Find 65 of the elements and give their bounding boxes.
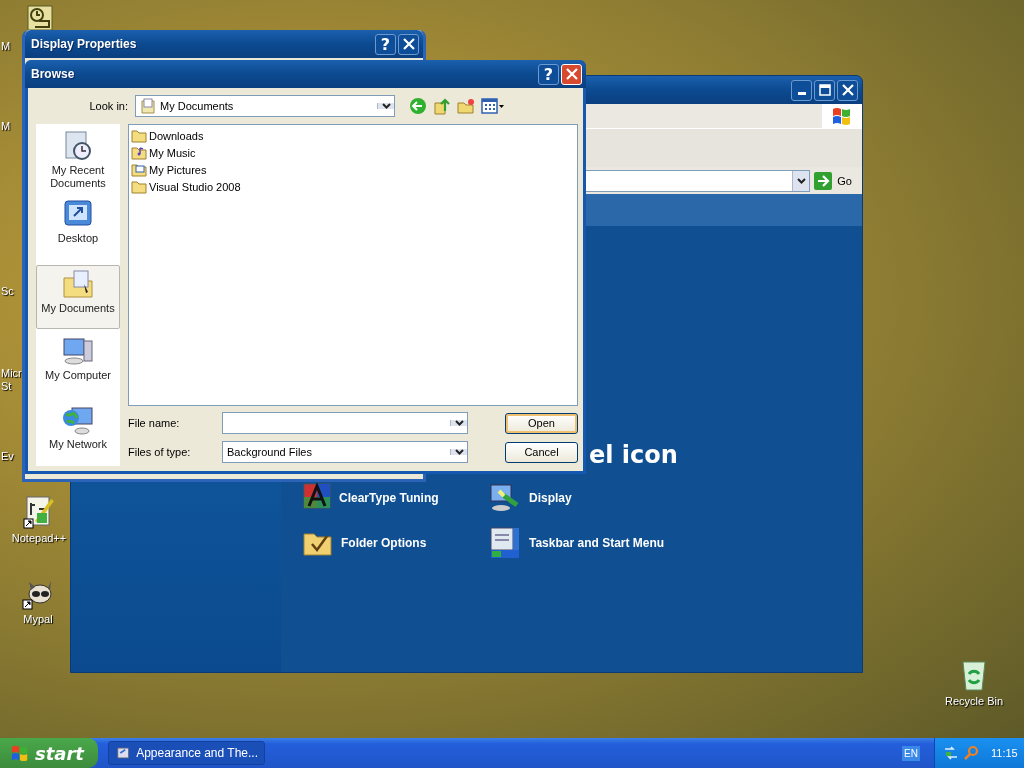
monitor-brush-icon[interactable]	[489, 483, 521, 513]
files-of-type-label: Files of type:	[128, 446, 192, 458]
notepad-icon[interactable]	[23, 495, 55, 529]
places-item[interactable]: My Documents	[36, 264, 120, 330]
help-button[interactable]: ?	[538, 63, 559, 85]
clock: 11:15	[991, 747, 1018, 759]
file-item[interactable]: Visual Studio 2008	[131, 178, 575, 195]
look-in-dropdown[interactable]: My Documents	[135, 95, 395, 117]
network-arrows-icon[interactable]	[943, 745, 959, 761]
documents-icon	[140, 98, 156, 114]
recycle-bin-icon[interactable]	[959, 658, 989, 692]
windows-flag-icon	[10, 744, 30, 762]
control-panel-link[interactable]: Display	[529, 491, 572, 505]
close-button[interactable]	[398, 33, 419, 55]
open-button[interactable]: Open	[505, 412, 578, 434]
up-folder-icon[interactable]	[433, 97, 451, 115]
places-item[interactable]: My Computer	[36, 333, 120, 398]
panel-heading: el icon	[589, 441, 679, 469]
cancel-button[interactable]: Cancel	[505, 441, 578, 463]
view-menu-icon[interactable]	[481, 98, 505, 114]
close-button[interactable]	[837, 79, 858, 101]
look-in-label: Look in:	[88, 100, 129, 112]
taskbar-button[interactable]: Appearance and The...	[108, 741, 265, 765]
help-button[interactable]: ?	[375, 33, 396, 55]
window-title: Display Properties	[31, 37, 137, 51]
places-item[interactable]: My Recent Documents	[36, 128, 120, 193]
language-indicator[interactable]: EN	[902, 745, 920, 761]
control-panel-link[interactable]: Folder Options	[341, 536, 427, 550]
files-of-type-dropdown[interactable]: Background Files	[222, 441, 468, 463]
desktop-icon-label[interactable]: M	[1, 40, 11, 52]
start-button[interactable]: start	[0, 738, 98, 768]
computer-icon	[62, 335, 94, 368]
close-icon	[841, 84, 854, 96]
windows-flag-icon	[831, 106, 853, 126]
maximize-button[interactable]	[814, 79, 835, 101]
folder-picture-icon	[131, 162, 147, 177]
folder-document-icon	[62, 267, 94, 300]
places-item[interactable]: Desktop	[36, 196, 120, 261]
desktop-icon-label[interactable]: Recycle Bin	[944, 695, 1004, 707]
maximize-icon	[818, 84, 831, 96]
clock-document-icon	[62, 130, 94, 162]
desktop-icon-label[interactable]: Mypal	[23, 613, 53, 625]
window-title: Browse	[31, 67, 75, 81]
new-folder-icon[interactable]	[457, 97, 475, 115]
close-icon	[565, 68, 578, 80]
taskbar-window-icon[interactable]	[489, 527, 521, 559]
control-panel-link[interactable]: ClearType Tuning	[339, 491, 439, 505]
file-item[interactable]: My Pictures	[131, 161, 575, 178]
folder-music-icon	[131, 145, 147, 160]
places-item[interactable]: My Network	[36, 401, 120, 466]
minimize-icon	[797, 92, 806, 95]
arrow-right-icon	[814, 171, 833, 190]
close-icon	[402, 38, 415, 50]
go-button[interactable]: Go	[814, 171, 858, 190]
clock-window-icon	[27, 5, 53, 31]
file-name-field[interactable]	[222, 412, 468, 434]
desktop-icon-label[interactable]: Notepad++	[11, 532, 67, 544]
file-item[interactable]: Downloads	[131, 127, 575, 144]
folder-check-icon[interactable]	[303, 530, 333, 556]
control-panel-link[interactable]: Taskbar and Start Menu	[529, 536, 665, 550]
back-icon[interactable]	[409, 97, 427, 115]
file-name-label: File name:	[128, 417, 181, 429]
file-item[interactable]: My Music	[131, 144, 575, 161]
minimize-button[interactable]	[791, 79, 812, 101]
window-icon	[117, 745, 131, 761]
